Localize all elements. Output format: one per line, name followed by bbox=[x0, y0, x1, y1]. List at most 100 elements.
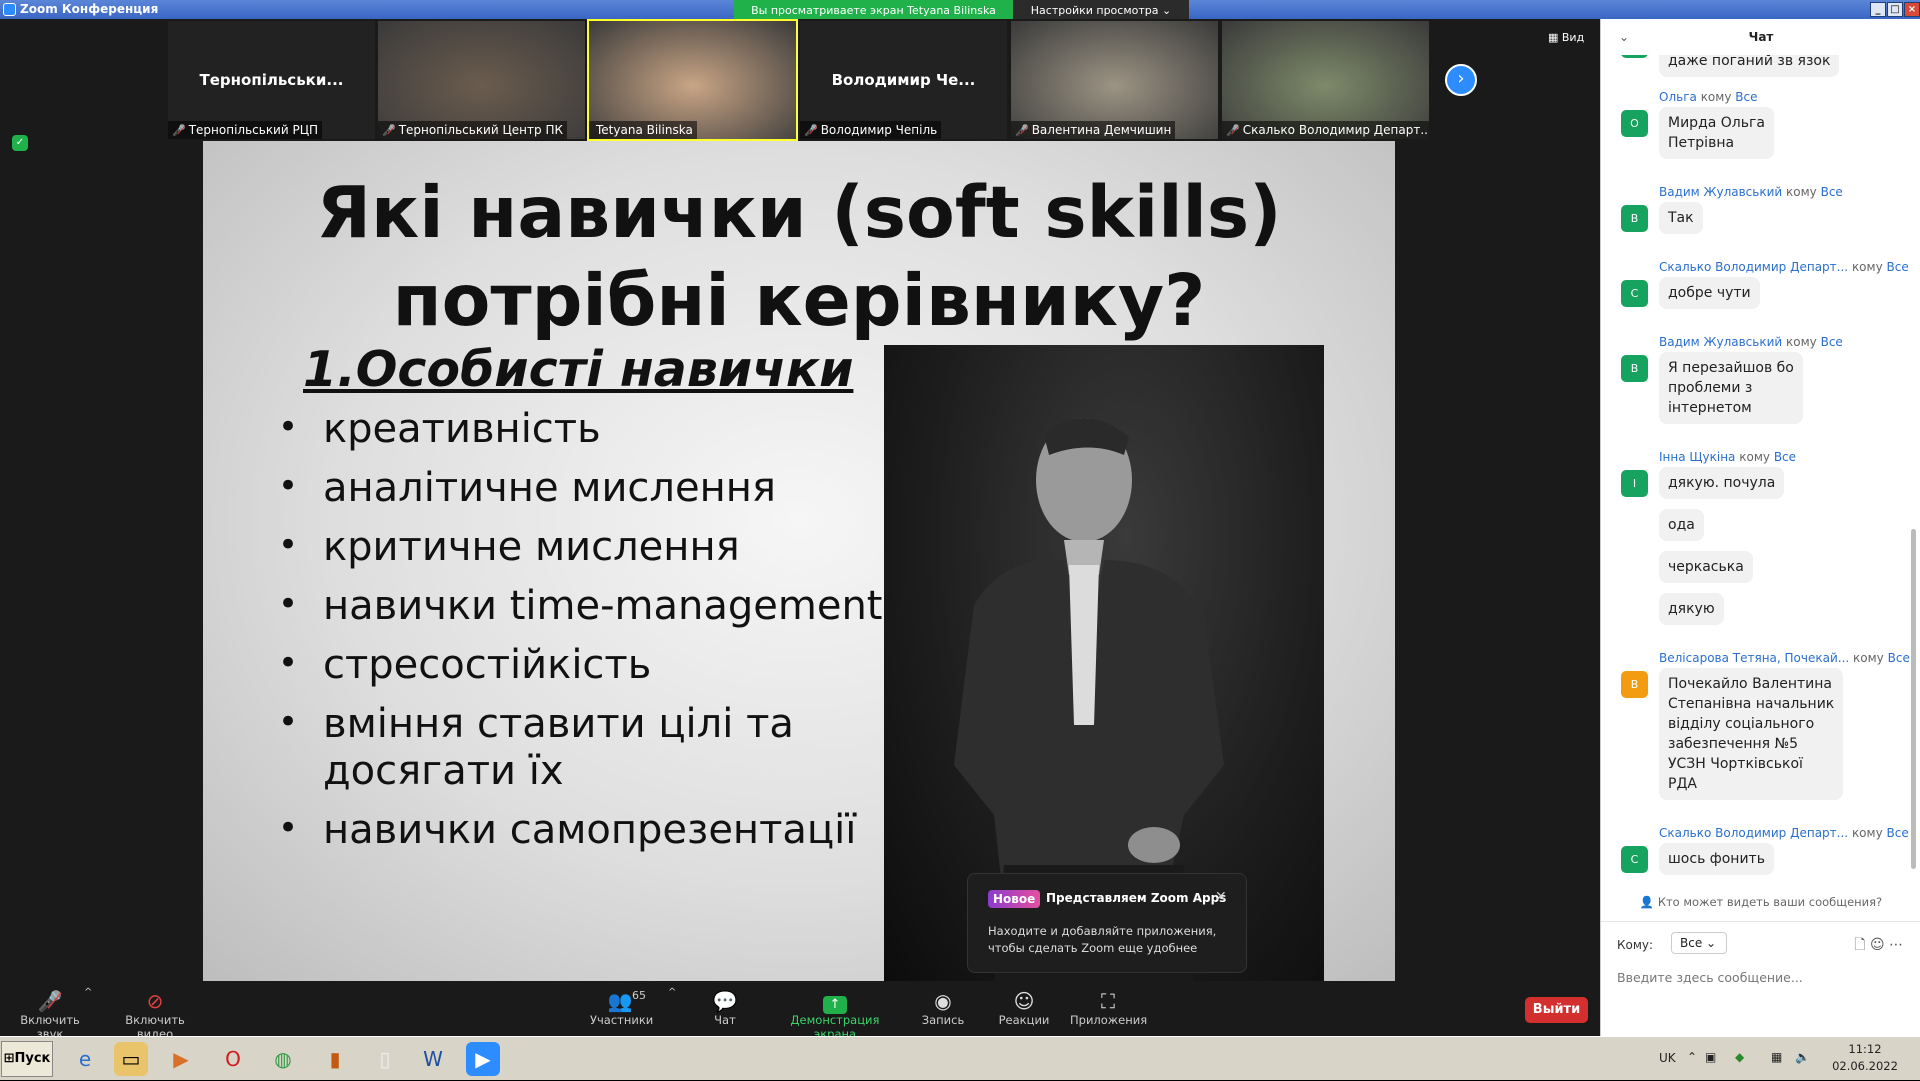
slide-bullets: креативність аналітичне мислення критичне … bbox=[278, 404, 898, 866]
to-word: кому bbox=[1853, 651, 1884, 665]
chevron-down-icon[interactable]: ⌄ bbox=[1619, 19, 1629, 55]
recipient-select[interactable]: Все ⌄ bbox=[1671, 932, 1727, 954]
windows-logo-icon: ⊞ bbox=[3, 1051, 15, 1066]
audio-options-caret[interactable]: ^ bbox=[84, 987, 92, 998]
opera-icon[interactable]: O bbox=[216, 1042, 250, 1076]
slide-bullet: критичне мислення bbox=[278, 522, 898, 571]
sender-name: Велісарова Тетяна, Почекай... bbox=[1659, 651, 1850, 665]
zoom-taskbar-icon[interactable]: ▶ bbox=[466, 1042, 500, 1076]
more-icon[interactable]: ⋯ bbox=[1889, 937, 1903, 953]
network-icon[interactable]: ▣ bbox=[1705, 1050, 1719, 1066]
participants-count: 65 bbox=[632, 989, 646, 1002]
close-icon[interactable]: ✕ bbox=[1215, 889, 1227, 905]
record-button[interactable]: ◉ Запись bbox=[920, 989, 966, 1027]
sender-avatar: І bbox=[1621, 470, 1648, 497]
grid-icon: ▦ bbox=[1548, 31, 1562, 44]
to-word: кому bbox=[1851, 826, 1883, 840]
sender-name: Скалько Володимир Департ... bbox=[1659, 826, 1849, 840]
compose-icons: 🗋 ☺ ⋯ bbox=[1854, 934, 1903, 958]
message-line: Так bbox=[1668, 210, 1694, 226]
speaker-icon[interactable]: 🔈 bbox=[1795, 1050, 1810, 1066]
participant-label: 🎤̸ Тернопільський Центр ПК bbox=[378, 121, 567, 139]
message-bubble: Почекайло Валентина Степанівна начальник в… bbox=[1659, 668, 1844, 800]
participants-button[interactable]: 👥 65 Участники bbox=[590, 989, 653, 1027]
record-icon: ◉ bbox=[934, 989, 952, 1013]
unmute-button[interactable]: 🎤̸ Включить звук bbox=[10, 989, 90, 1041]
recipient-all: Все bbox=[1820, 185, 1843, 199]
participant-tile[interactable]: Тернопільськи... 🎤̸ Тернопільський РЦП bbox=[168, 21, 375, 139]
message-meta: Ольга кому Все bbox=[1659, 90, 1757, 104]
to-label: Кому: bbox=[1617, 938, 1654, 952]
emoji-icon[interactable]: ☺ bbox=[1870, 937, 1885, 953]
file-icon[interactable]: 🗋 bbox=[1854, 937, 1865, 953]
new-badge: Новое bbox=[988, 890, 1041, 908]
chat-compose: Кому: Все ⌄ 🗋 ☺ ⋯ Введите здесь сообщени… bbox=[1601, 921, 1920, 1036]
view-button[interactable]: ▦ Вид bbox=[1548, 31, 1584, 44]
zoom-app-icon bbox=[3, 3, 16, 16]
to-word: кому bbox=[1700, 90, 1732, 104]
message-meta: Скалько Володимир Департ... кому Все bbox=[1659, 260, 1909, 274]
participant-label: 🎤̸ Тернопільський РЦП bbox=[168, 121, 323, 139]
share-screen-button[interactable]: ↑ Демонстрация экрана bbox=[770, 989, 900, 1041]
close-button[interactable]: × bbox=[1904, 2, 1920, 17]
muted-mic-icon: 🎤̸ bbox=[1226, 124, 1240, 137]
to-word: кому bbox=[1786, 185, 1817, 199]
chat-messages[interactable]: даже поганий зв язок Ольга кому Все О Мирда… bbox=[1601, 55, 1911, 895]
start-video-button[interactable]: ⊘ Включить видео bbox=[108, 989, 202, 1041]
printer-icon[interactable]: ▦ bbox=[1771, 1050, 1785, 1066]
apps-icon: ⛶ bbox=[1101, 989, 1115, 1013]
participant-tile[interactable]: 🎤̸ Валентина Демчишин bbox=[1011, 21, 1218, 139]
message-bubble: Я перезайшов бо проблеми з інтернетом bbox=[1659, 352, 1803, 424]
muted-mic-icon: 🎤̸ bbox=[382, 124, 396, 137]
leave-button[interactable]: Выйти bbox=[1525, 997, 1588, 1023]
slide-subtitle: 1.Особисті навички bbox=[303, 341, 854, 398]
language-indicator[interactable]: UK bbox=[1659, 1051, 1676, 1065]
word-icon[interactable]: W bbox=[416, 1042, 450, 1076]
minimize-button[interactable]: _ bbox=[1870, 2, 1886, 17]
message-meta: Скалько Володимир Департ... кому Все bbox=[1659, 826, 1909, 840]
apps-button[interactable]: ⛶ Приложения bbox=[1070, 989, 1147, 1027]
encryption-shield-icon[interactable]: ✓ bbox=[12, 135, 28, 151]
slide-bullet: навички самопрезентації bbox=[278, 805, 898, 854]
sender-avatar: В bbox=[1621, 205, 1648, 232]
recipient-all: Все bbox=[1886, 260, 1909, 274]
message-bubble: дякую bbox=[1659, 593, 1724, 625]
who-can-see-link[interactable]: 👤 Кто может видеть ваши сообщения? bbox=[1601, 895, 1920, 909]
app-icon[interactable]: ▮ bbox=[318, 1042, 352, 1076]
chat-icon: 💬 bbox=[712, 989, 738, 1013]
to-word: кому bbox=[1851, 260, 1883, 274]
message-line: Мирда Ольга bbox=[1668, 115, 1765, 131]
message-line: Я перезайшов бо bbox=[1668, 360, 1794, 376]
participants-caret[interactable]: ^ bbox=[668, 987, 676, 998]
participant-tile[interactable]: Володимир Че... 🎤̸ Володимир Чепіль bbox=[800, 21, 1007, 139]
muted-mic-icon: 🎤̸ bbox=[37, 989, 63, 1013]
message-input[interactable]: Введите здесь сообщение... bbox=[1617, 970, 1907, 990]
next-page-button[interactable]: › bbox=[1445, 64, 1477, 96]
participant-tile[interactable]: 🎤̸ Тернопільський Центр ПК bbox=[378, 21, 585, 139]
sender-avatar bbox=[1621, 55, 1648, 58]
slide-bullet: креативність bbox=[278, 404, 898, 453]
chrome-icon[interactable]: ◍ bbox=[266, 1042, 300, 1076]
chat-scrollbar[interactable] bbox=[1911, 529, 1916, 869]
media-player-icon[interactable]: ▶ bbox=[164, 1042, 198, 1076]
document-icon[interactable]: ▯ bbox=[368, 1042, 402, 1076]
chat-button[interactable]: 💬 Чат bbox=[705, 989, 745, 1027]
view-options-dropdown[interactable]: Настройки просмотра ⌄ bbox=[1013, 0, 1189, 21]
system-tray: UK ⌃ ▣ ◆ ▦ 🔈 11:12 02.06.2022 bbox=[1645, 1037, 1920, 1081]
message-line: шось фонить bbox=[1668, 851, 1765, 867]
muted-mic-icon: 🎤̸ bbox=[172, 124, 186, 137]
zoom-apps-popup: Новое Представляем Zoom Apps ✕ Находите … bbox=[967, 873, 1247, 973]
explorer-icon[interactable]: ▭ bbox=[114, 1042, 148, 1076]
maximize-button[interactable]: □ bbox=[1887, 2, 1903, 17]
participant-tile[interactable]: 🎤̸ Скалько Володимир Департ... bbox=[1222, 21, 1429, 139]
ie-icon[interactable]: e bbox=[68, 1042, 102, 1076]
participant-tile[interactable]: Tetyana Bilinska bbox=[587, 19, 798, 141]
sender-name: Скалько Володимир Департ... bbox=[1659, 260, 1849, 274]
message-bubble: дякую. почула bbox=[1659, 467, 1785, 499]
update-icon[interactable]: ◆ bbox=[1735, 1050, 1749, 1066]
popup-text: Находите и добавляйте приложения, чтобы … bbox=[988, 924, 1217, 955]
start-button[interactable]: ⊞Пуск bbox=[1, 1041, 53, 1077]
clock[interactable]: 11:12 02.06.2022 bbox=[1830, 1041, 1900, 1075]
tray-arrow-icon[interactable]: ⌃ bbox=[1687, 1050, 1701, 1066]
reactions-button[interactable]: ☺ Реакции bbox=[998, 989, 1050, 1027]
